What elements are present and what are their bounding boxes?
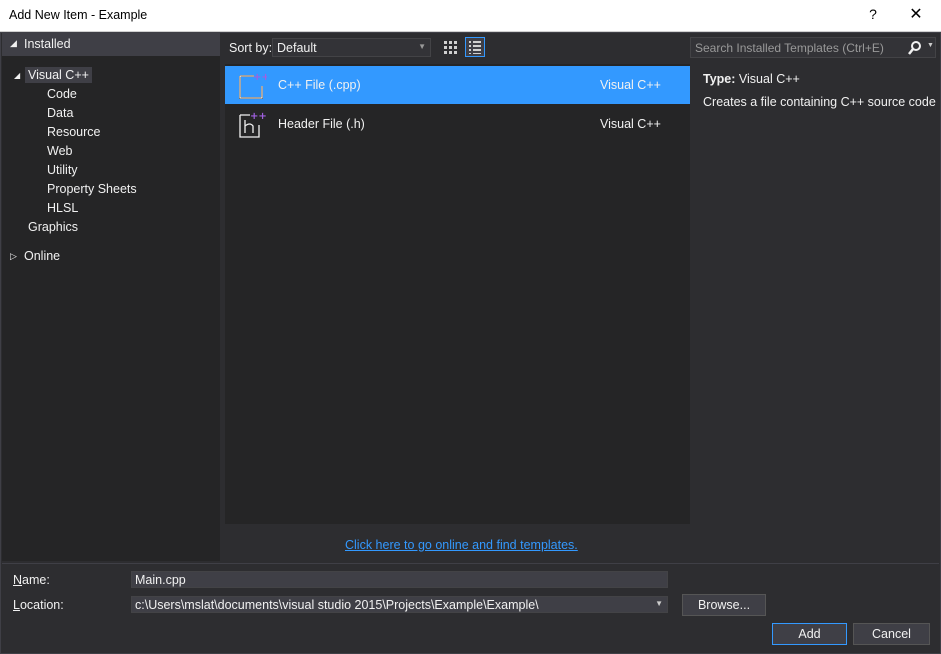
browse-label: Browse... (697, 598, 751, 612)
search-options-arrow-icon[interactable]: ▼ (927, 42, 934, 49)
sort-toolbar: Sort by: Default ▼ (224, 37, 690, 61)
collapse-arrow-icon[interactable]: ◢ (10, 38, 17, 49)
location-value: c:\Users\mslat\documents\visual studio 2… (135, 598, 539, 612)
window-title: Add New Item - Example (9, 8, 148, 22)
list-view-icon (469, 41, 481, 54)
grid-view-icon (444, 41, 457, 54)
template-row-header[interactable]: ++ Header File (.h) Visual C++ (225, 105, 690, 143)
name-value: Main.cpp (135, 573, 186, 587)
add-button[interactable]: Add (772, 623, 847, 645)
cancel-button[interactable]: Cancel (853, 623, 930, 645)
help-button[interactable]: ? (866, 6, 880, 22)
template-row-cpp[interactable]: ++ C++ File (.cpp) Visual C++ (225, 66, 690, 104)
sort-dropdown[interactable]: Default ▼ (272, 38, 431, 57)
search-icon[interactable] (907, 40, 923, 56)
title-bar: Add New Item - Example ? ✕ (0, 0, 941, 32)
browse-button[interactable]: Browse... (682, 594, 766, 616)
category-tree: ◢ Installed ◢ Visual C++ Code Data Resou… (2, 33, 220, 561)
template-list: ++ C++ File (.cpp) Visual C++ ++ Header … (225, 64, 690, 524)
search-placeholder: Search Installed Templates (Ctrl+E) (695, 41, 884, 55)
svg-text:++: ++ (253, 72, 267, 83)
expanded-arrow-icon[interactable]: ◢ (14, 71, 20, 80)
location-label: Location: (13, 598, 64, 612)
name-field[interactable]: Main.cpp (131, 571, 668, 588)
cancel-label: Cancel (872, 627, 911, 641)
details-type: Type: Visual C++ (703, 72, 800, 86)
svg-text:++: ++ (250, 111, 267, 122)
tree-node-label: Online (24, 249, 61, 263)
dropdown-arrow-icon: ▼ (418, 42, 426, 51)
details-description: Creates a file containing C++ source cod… (703, 95, 936, 109)
sort-label: Sort by: (229, 41, 273, 55)
grid-view-button[interactable] (440, 37, 460, 57)
tree-node-code[interactable]: Code (47, 87, 77, 101)
dropdown-arrow-icon[interactable]: ▼ (655, 599, 663, 608)
tree-node-hlsl[interactable]: HLSL (47, 201, 78, 215)
search-input[interactable]: Search Installed Templates (Ctrl+E) ▼ (690, 37, 936, 58)
list-view-button[interactable] (465, 37, 485, 57)
expand-arrow-icon[interactable]: ▷ (10, 251, 17, 262)
tree-node-label: Visual C++ (25, 67, 92, 83)
template-language: Visual C++ (600, 117, 661, 131)
tree-node-web[interactable]: Web (47, 144, 72, 158)
template-name: Header File (.h) (278, 117, 365, 131)
sort-value: Default (277, 41, 317, 55)
tree-node-data[interactable]: Data (47, 106, 73, 120)
tree-node-label: Installed (24, 37, 71, 51)
online-templates-link[interactable]: Click here to go online and find templat… (345, 538, 578, 552)
cpp-file-icon: ++ (239, 72, 267, 99)
type-label: Type: (703, 72, 736, 86)
location-dropdown[interactable]: c:\Users\mslat\documents\visual studio 2… (131, 596, 668, 613)
template-language: Visual C++ (600, 78, 661, 92)
tree-node-property-sheets[interactable]: Property Sheets (47, 182, 137, 196)
header-file-icon: ++ (239, 111, 267, 138)
add-label: Add (798, 627, 821, 641)
tree-node-graphics[interactable]: Graphics (28, 220, 78, 234)
tree-node-utility[interactable]: Utility (47, 163, 78, 177)
name-label: Name: (13, 573, 50, 587)
template-name: C++ File (.cpp) (278, 78, 361, 92)
tree-node-resource[interactable]: Resource (47, 125, 101, 139)
type-value: Visual C++ (738, 72, 800, 86)
tree-node-installed[interactable]: ◢ Installed (2, 33, 220, 56)
close-button[interactable]: ✕ (906, 4, 926, 24)
item-form: Name: Main.cpp Location: c:\Users\mslat\… (2, 563, 939, 653)
